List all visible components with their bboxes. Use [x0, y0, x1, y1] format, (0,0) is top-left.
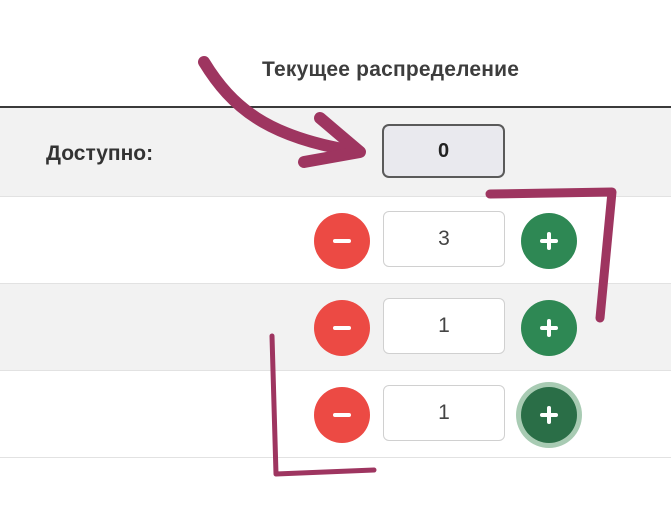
minus-icon — [333, 413, 351, 417]
increment-button[interactable] — [521, 387, 577, 443]
available-value: 0 — [382, 124, 505, 178]
distribution-row: 3 — [0, 197, 671, 284]
count-field[interactable]: 1 — [383, 385, 505, 441]
distribution-row: 1 — [0, 371, 671, 458]
column-header: Текущее распределение — [262, 58, 520, 81]
minus-icon — [333, 239, 351, 243]
distribution-row: 1 — [0, 284, 671, 371]
decrement-button[interactable] — [314, 387, 370, 443]
increment-button[interactable] — [521, 300, 577, 356]
count-field[interactable]: 1 — [383, 298, 505, 354]
count-field[interactable]: 3 — [383, 211, 505, 267]
increment-button[interactable] — [521, 213, 577, 269]
decrement-button[interactable] — [314, 300, 370, 356]
decrement-button[interactable] — [314, 213, 370, 269]
available-label: Доступно: — [46, 142, 154, 165]
available-row: Доступно: 0 — [0, 108, 671, 197]
minus-icon — [333, 326, 351, 330]
